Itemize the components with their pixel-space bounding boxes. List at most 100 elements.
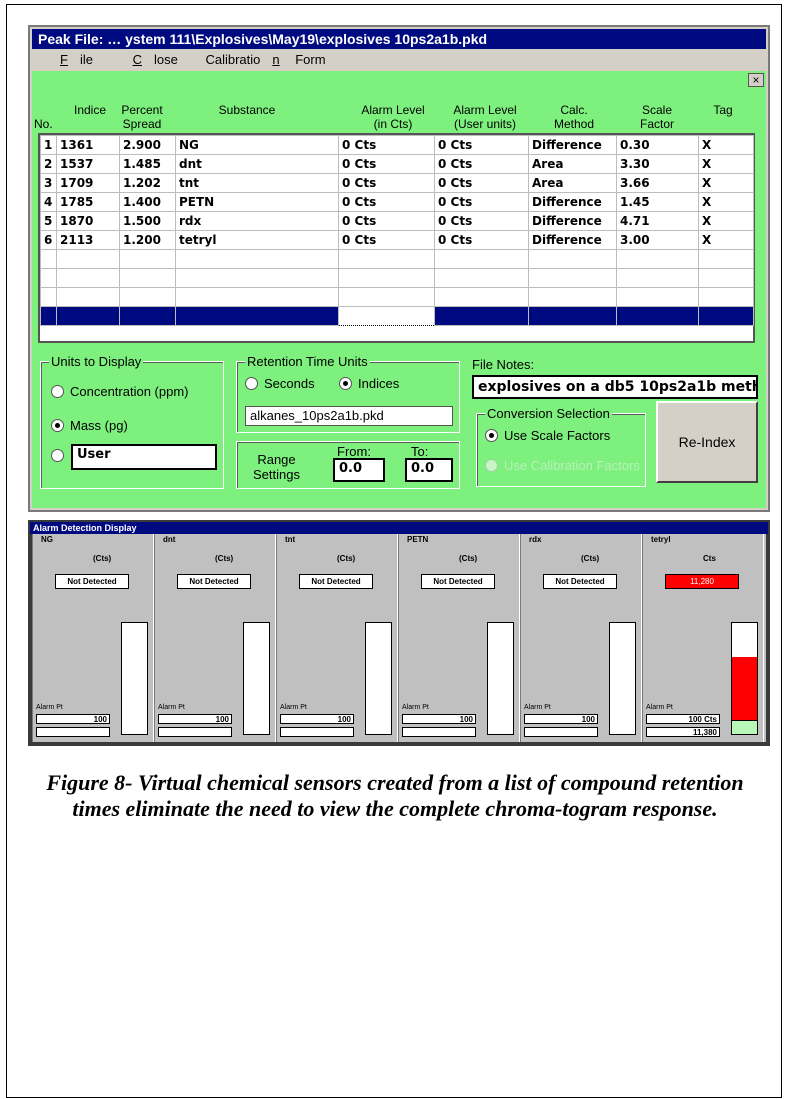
table-cell-empty[interactable] — [434, 287, 529, 307]
alarm-pt-field[interactable]: 100 — [524, 714, 598, 724]
table-cell-alarm-user[interactable]: 0 Cts — [434, 135, 529, 155]
table-cell-method[interactable]: Difference — [528, 192, 617, 212]
table-cell-empty[interactable] — [119, 249, 176, 269]
table-row[interactable]: 4 1785 1.400 PETN 0 Cts 0 Cts Difference 1.45 X — [40, 192, 754, 212]
user-units-field[interactable]: User — [71, 444, 217, 470]
table-cell-alarm-user[interactable]: 0 Cts — [434, 154, 529, 174]
table-cell-new[interactable] — [338, 306, 435, 326]
table-cell-spread[interactable]: 1.485 — [119, 154, 176, 174]
table-cell-tag[interactable]: X — [698, 135, 754, 155]
table-row[interactable]: 6 2113 1.200 tetryl 0 Cts 0 Cts Difference 3.00… — [40, 230, 754, 250]
table-cell-empty[interactable] — [40, 268, 57, 288]
table-cell-method[interactable]: Area — [528, 154, 617, 174]
table-cell-empty[interactable] — [338, 249, 435, 269]
table-cell-alarm-cts[interactable]: 0 Cts — [338, 135, 435, 155]
table-cell-tag[interactable]: X — [698, 211, 754, 231]
table-cell-empty[interactable] — [616, 268, 699, 288]
table-cell-scale[interactable]: 3.30 — [616, 154, 699, 174]
alarm-pt-field[interactable]: 100 — [158, 714, 232, 724]
table-cell-alarm-cts[interactable]: 0 Cts — [338, 173, 435, 193]
table-cell-empty[interactable] — [698, 249, 754, 269]
table-row-empty[interactable] — [40, 268, 754, 288]
menu-close[interactable]: Close — [113, 52, 182, 67]
table-cell-no[interactable]: 1 — [40, 135, 57, 155]
radio-use-calibration-factors[interactable]: Use Calibration Factors — [485, 458, 640, 474]
alarm-pt-field[interactable]: 100 — [36, 714, 110, 724]
table-cell-indice[interactable]: 1537 — [56, 154, 120, 174]
table-cell-alarm-cts[interactable]: 0 Cts — [338, 230, 435, 250]
menu-file[interactable]: File — [40, 52, 97, 67]
table-cell-empty[interactable] — [40, 249, 57, 269]
table-cell-empty[interactable] — [698, 268, 754, 288]
table-cell-method[interactable]: Difference — [528, 230, 617, 250]
table-cell-alarm-cts[interactable]: 0 Cts — [338, 211, 435, 231]
table-cell-substance[interactable]: tetryl — [175, 230, 339, 250]
table-cell-indice[interactable]: 2113 — [56, 230, 120, 250]
table-cell-new[interactable] — [434, 306, 529, 326]
table-row-new[interactable] — [40, 306, 754, 326]
table-row[interactable]: 1 1361 2.900 NG 0 Cts 0 Cts Difference 0.30 X — [40, 135, 754, 155]
table-cell-scale[interactable]: 3.00 — [616, 230, 699, 250]
alarm-pt-field[interactable]: 100 — [280, 714, 354, 724]
table-cell-scale[interactable]: 4.71 — [616, 211, 699, 231]
table-cell-substance[interactable]: tnt — [175, 173, 339, 193]
table-cell-method[interactable]: Difference — [528, 135, 617, 155]
radio-mass[interactable]: Mass (pg) — [51, 418, 128, 434]
table-cell-empty[interactable] — [434, 268, 529, 288]
radio-use-scale-factors[interactable]: Use Scale Factors — [485, 428, 610, 444]
table-cell-tag[interactable]: X — [698, 230, 754, 250]
radio-concentration[interactable]: Concentration (ppm) — [51, 384, 189, 400]
table-cell-empty[interactable] — [56, 249, 120, 269]
table-cell-empty[interactable] — [338, 268, 435, 288]
range-from-field[interactable]: 0.0 — [333, 458, 385, 482]
alarm-pt-field[interactable]: 100 — [402, 714, 476, 724]
sensor-reading-field[interactable] — [524, 727, 598, 737]
table-cell-new[interactable] — [698, 306, 754, 326]
table-cell-spread[interactable]: 2.900 — [119, 135, 176, 155]
table-cell-alarm-user[interactable]: 0 Cts — [434, 192, 529, 212]
table-cell-empty[interactable] — [175, 268, 339, 288]
table-cell-spread[interactable]: 1.200 — [119, 230, 176, 250]
peak-table[interactable]: 1 1361 2.900 NG 0 Cts 0 Cts Difference 0.30 X 2 15… — [38, 133, 755, 343]
sensor-reading-field[interactable] — [402, 727, 476, 737]
table-cell-empty[interactable] — [175, 287, 339, 307]
table-cell-alarm-cts[interactable]: 0 Cts — [338, 154, 435, 174]
table-cell-alarm-cts[interactable]: 0 Cts — [338, 192, 435, 212]
table-cell-alarm-user[interactable]: 0 Cts — [434, 230, 529, 250]
range-to-field[interactable]: 0.0 — [405, 458, 453, 482]
table-cell-empty[interactable] — [698, 287, 754, 307]
table-cell-indice[interactable]: 1361 — [56, 135, 120, 155]
table-row[interactable]: 5 1870 1.500 rdx 0 Cts 0 Cts Difference 4.71 X — [40, 211, 754, 231]
table-cell-substance[interactable]: NG — [175, 135, 339, 155]
table-cell-spread[interactable]: 1.400 — [119, 192, 176, 212]
table-row-empty[interactable] — [40, 287, 754, 307]
table-cell-new[interactable] — [175, 306, 339, 326]
table-cell-empty[interactable] — [175, 249, 339, 269]
table-cell-tag[interactable]: X — [698, 192, 754, 212]
table-row[interactable]: 3 1709 1.202 tnt 0 Cts 0 Cts Area 3.66 X — [40, 173, 754, 193]
table-cell-method[interactable]: Area — [528, 173, 617, 193]
sensor-reading-field[interactable]: 11,380 — [646, 727, 720, 737]
table-cell-empty[interactable] — [528, 287, 617, 307]
table-cell-substance[interactable]: PETN — [175, 192, 339, 212]
table-row-empty[interactable] — [40, 249, 754, 269]
radio-indices[interactable]: Indices — [339, 376, 399, 392]
radio-user[interactable] — [51, 448, 70, 464]
menu-calibration-form[interactable]: Calibratio n Form — [197, 52, 329, 67]
table-cell-empty[interactable] — [56, 268, 120, 288]
table-cell-scale[interactable]: 1.45 — [616, 192, 699, 212]
alkanes-file-field[interactable]: alkanes_10ps2a1b.pkd — [245, 406, 453, 426]
table-cell-indice[interactable]: 1709 — [56, 173, 120, 193]
table-cell-indice[interactable]: 1870 — [56, 211, 120, 231]
radio-seconds[interactable]: Seconds — [245, 376, 315, 392]
table-cell-scale[interactable]: 0.30 — [616, 135, 699, 155]
table-cell-empty[interactable] — [119, 268, 176, 288]
table-cell-new[interactable] — [528, 306, 617, 326]
table-cell-new[interactable] — [616, 306, 699, 326]
table-cell-tag[interactable]: X — [698, 173, 754, 193]
table-cell-no[interactable]: 5 — [40, 211, 57, 231]
sensor-reading-field[interactable] — [36, 727, 110, 737]
file-notes-field[interactable]: explosives on a db5 10ps2a1b method — [472, 375, 758, 399]
table-cell-new[interactable] — [56, 306, 120, 326]
table-cell-empty[interactable] — [119, 287, 176, 307]
